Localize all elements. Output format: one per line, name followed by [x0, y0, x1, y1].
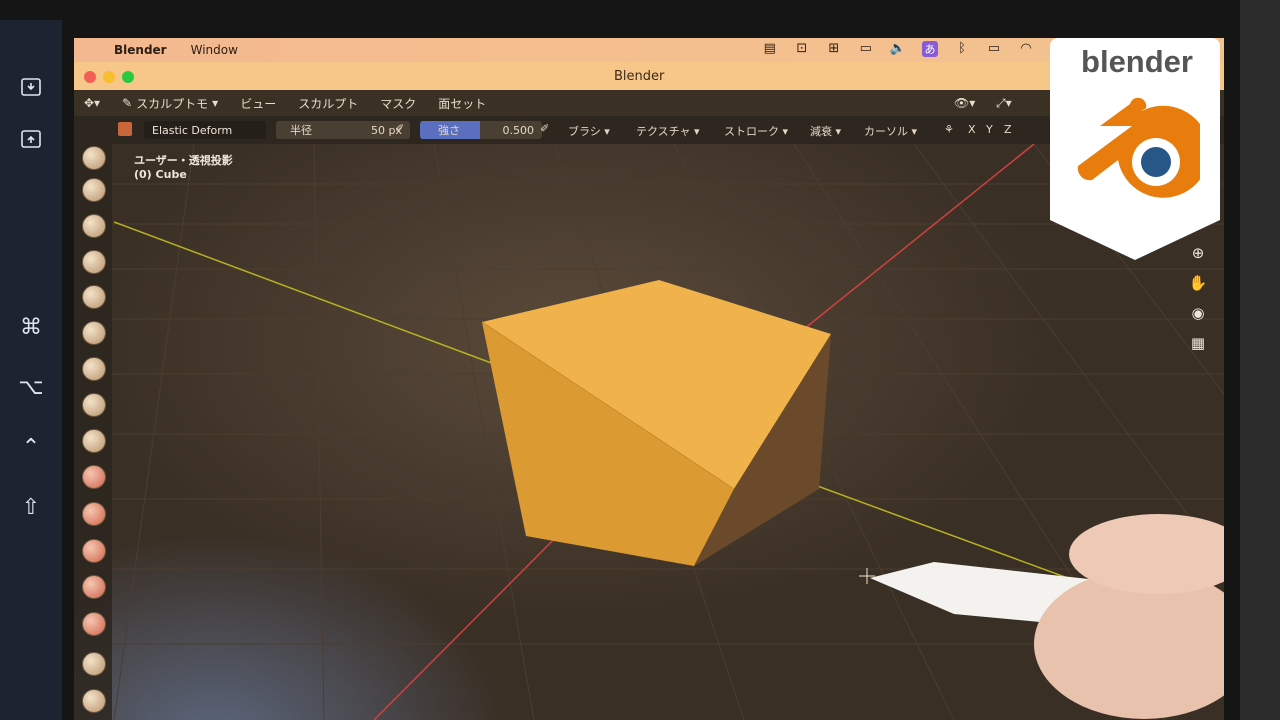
symmetry-z-toggle[interactable]: Z [1004, 123, 1012, 136]
battery-icon[interactable]: ▭ [986, 41, 1002, 57]
grid-tool-icon[interactable]: ⊞ [826, 41, 842, 57]
menu-bar-status-area: ▤ ⊡ ⊞ ▭ 🔈 あ ᛒ ▭ ◠ [762, 41, 1034, 57]
viewport-scene [74, 144, 1224, 720]
texture-menu-label: テクスチャ [636, 125, 691, 138]
clipboard-icon[interactable]: ▤ [762, 41, 778, 57]
pressure-radius-icon[interactable]: ✐ [395, 122, 404, 135]
3d-viewport[interactable]: ユーザー・透視投影 (0) Cube ⊕ ✋ ◉ ▦ [74, 144, 1224, 720]
camera-view-icon[interactable]: ◉ [1187, 304, 1209, 326]
texture-menu[interactable]: テクスチャ ▾ [636, 123, 700, 139]
pan-hand-icon[interactable]: ✋ [1187, 274, 1209, 296]
brush-menu[interactable]: ブラシ ▾ [568, 123, 610, 139]
pressure-strength-icon[interactable]: ✐ [540, 122, 549, 135]
blob-brush-icon[interactable] [82, 393, 106, 417]
draw-sharp-brush-icon[interactable] [82, 178, 106, 202]
window-title: Blender [614, 69, 665, 84]
radius-slider[interactable]: 半径 50 px [276, 121, 410, 139]
radius-label: 半径 [290, 124, 312, 137]
strength-value: 0.500 [502, 123, 535, 137]
elastic-deform-brush-icon[interactable] [82, 689, 106, 713]
clay-thumb-brush-icon[interactable] [82, 285, 106, 309]
layer-brush-icon[interactable] [82, 321, 106, 345]
symmetry-y-toggle[interactable]: Y [986, 123, 993, 136]
pinch-brush-icon[interactable] [82, 612, 106, 636]
face-sets-menu[interactable]: 面セット [438, 95, 486, 112]
strength-slider[interactable]: 強さ 0.500 [420, 121, 542, 139]
flatten-brush-icon[interactable] [82, 502, 106, 526]
mode-label: スカルプトモ [136, 96, 209, 111]
object-interaction-icon[interactable]: ✥▾ [84, 96, 100, 110]
sculpt-menu[interactable]: スカルプト [298, 95, 358, 112]
blender-logo-wordmark: blender [1081, 44, 1193, 79]
window-menu[interactable]: Window [191, 43, 238, 57]
fill-brush-icon[interactable] [82, 539, 106, 563]
scrape-brush-icon[interactable] [82, 575, 106, 599]
symmetry-x-toggle[interactable]: X [968, 123, 976, 136]
symmetry-icon: ⚘ [944, 123, 954, 136]
view-menu[interactable]: ビュー [240, 95, 276, 112]
option-key-icon[interactable]: ⌥ [14, 372, 48, 402]
shift-key-icon[interactable]: ⇧ [14, 492, 48, 522]
screen-mirroring-icon[interactable]: ▭ [858, 41, 874, 57]
sculpt-tool-shelf [74, 144, 112, 720]
x-axis-line [803, 144, 1035, 330]
brush-icon [118, 122, 132, 136]
mode-selector[interactable]: ✎ スカルプトモ ▾ [122, 95, 218, 112]
app-menu[interactable]: Blender [114, 43, 167, 57]
input-source-icon[interactable]: あ [922, 41, 938, 57]
visibility-icon[interactable]: 👁▾ [954, 96, 975, 110]
ipad-sidecar-sidebar: ⌘ ⌥ ⌃ ⇧ [0, 20, 62, 720]
y-axis-line [113, 221, 495, 365]
mask-menu[interactable]: マスク [380, 95, 416, 112]
smooth-brush-icon[interactable] [82, 465, 106, 489]
clay-strips-brush-icon[interactable] [82, 250, 106, 274]
chevron-down-icon: ▾ [212, 96, 219, 110]
grab-brush-icon[interactable] [82, 652, 106, 676]
bluetooth-icon[interactable]: ᛒ [954, 41, 970, 57]
pencil-cursor [859, 568, 875, 584]
zoom-icon[interactable]: ⊕ [1187, 244, 1209, 266]
zoom-window-button[interactable] [122, 71, 134, 83]
cube-mesh[interactable] [481, 280, 831, 566]
stroke-menu-label: ストローク [724, 125, 779, 138]
object-label: (0) Cube [134, 168, 187, 181]
strength-label: 強さ [438, 124, 460, 137]
close-window-button[interactable] [84, 71, 96, 83]
falloff-menu[interactable]: 減衰 ▾ [810, 123, 841, 139]
volume-icon[interactable]: 🔈 [890, 41, 906, 57]
wifi-icon[interactable]: ◠ [1018, 41, 1034, 57]
perspective-toggle-icon[interactable]: ▦ [1187, 334, 1209, 356]
cursor-menu[interactable]: カーソル ▾ [864, 123, 917, 139]
stroke-menu[interactable]: ストローク ▾ [724, 123, 788, 139]
brush-name-field[interactable]: Elastic Deform [144, 121, 266, 139]
brush-name: Elastic Deform [152, 123, 233, 137]
minimize-window-button[interactable] [103, 71, 115, 83]
control-key-icon[interactable]: ⌃ [14, 432, 48, 462]
cursor-menu-label: カーソル [864, 125, 908, 138]
gizmo-toggle-icon[interactable]: ⤢▾ [996, 96, 1012, 111]
view-label: ユーザー・透視投影 [134, 154, 233, 167]
brush-mode-icon: ✎ [122, 96, 133, 110]
text-tool-icon[interactable]: ⊡ [794, 41, 810, 57]
brush-menu-label: ブラシ [568, 125, 601, 138]
hide-menubar-icon[interactable] [14, 72, 48, 102]
crease-brush-icon[interactable] [82, 429, 106, 453]
falloff-menu-label: 減衰 [810, 125, 832, 138]
inflate-brush-icon[interactable] [82, 357, 106, 381]
device-edge [1240, 0, 1280, 720]
command-key-icon[interactable]: ⌘ [14, 312, 48, 342]
apple-pencil-and-hand [870, 514, 1224, 719]
draw-brush-icon[interactable] [82, 146, 106, 170]
show-dock-icon[interactable] [14, 124, 48, 154]
clay-brush-icon[interactable] [82, 214, 106, 238]
blender-logo-icon [1077, 97, 1200, 198]
